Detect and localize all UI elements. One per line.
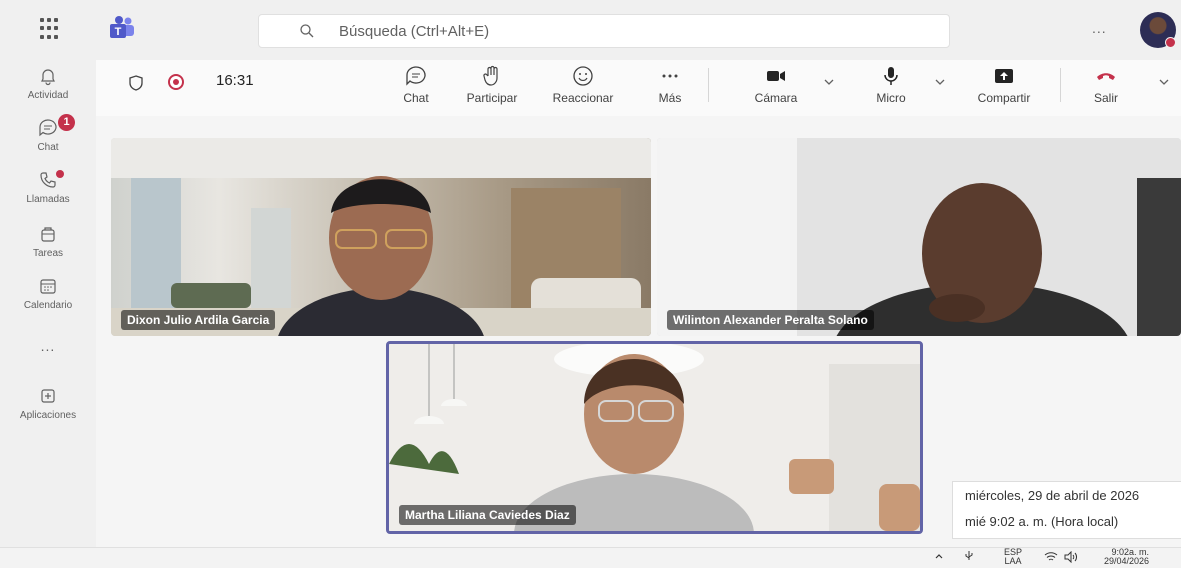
svg-text:T: T bbox=[115, 26, 122, 38]
more-actions-button[interactable]: Más bbox=[650, 64, 690, 105]
video-tile-active-speaker[interactable]: Martha Liliana Caviedes Diaz bbox=[386, 341, 923, 534]
leave-button[interactable]: Salir bbox=[1086, 64, 1126, 105]
rail-label: Chat bbox=[37, 142, 59, 153]
taskbar: ESP LAA 9:02a. m. 29/04/2026 bbox=[0, 547, 1181, 568]
avatar[interactable] bbox=[1140, 12, 1176, 48]
chevron-down-icon[interactable] bbox=[823, 76, 835, 88]
participant-name: Wilinton Alexander Peralta Solano bbox=[667, 310, 874, 330]
rail-label: Calendario bbox=[23, 300, 73, 311]
rail-label: Actividad bbox=[27, 90, 69, 101]
keyboard-layout: LAA bbox=[1004, 556, 1022, 566]
tasks-icon bbox=[41, 227, 55, 242]
camera-icon bbox=[767, 71, 785, 81]
participant-video bbox=[389, 344, 920, 531]
title-bar: T Búsqueda (Ctrl+Alt+E) ... bbox=[0, 0, 1181, 60]
search-icon bbox=[300, 24, 314, 38]
toolbar-divider bbox=[708, 68, 709, 102]
presence-badge bbox=[1165, 37, 1176, 48]
camera-label: Cámara bbox=[754, 91, 798, 105]
rail-item-chat[interactable]: 1 Chat bbox=[0, 114, 96, 153]
volume-icon[interactable] bbox=[1064, 550, 1078, 565]
clock-tooltip: miércoles, 29 de abril de 2026 mié 9:02 … bbox=[952, 481, 1181, 539]
chevron-down-icon[interactable] bbox=[934, 76, 946, 88]
more-options-icon[interactable]: ... bbox=[1092, 20, 1107, 36]
rail-item-calendario[interactable]: Calendario bbox=[0, 276, 96, 311]
input-language[interactable]: ESP LAA bbox=[1004, 548, 1022, 566]
chat-button-label: Chat bbox=[403, 91, 429, 105]
rail-item-tareas[interactable]: Tareas bbox=[0, 224, 96, 259]
rail-item-more[interactable]: ... bbox=[0, 338, 96, 354]
meeting-toolbar: 16:31 Chat Participar Reaccionar Más Cám… bbox=[96, 60, 1181, 116]
mic-button[interactable]: Micro bbox=[866, 64, 916, 105]
hang-up-icon bbox=[1097, 73, 1115, 80]
rail-item-actividad[interactable]: Actividad bbox=[0, 66, 96, 101]
toolbar-divider bbox=[1060, 68, 1061, 102]
clock-time: mié 9:02 a. m. (Hora local) bbox=[965, 514, 1119, 529]
chevron-down-icon[interactable] bbox=[1158, 76, 1170, 88]
mic-label: Micro bbox=[876, 91, 906, 105]
search-placeholder: Búsqueda (Ctrl+Alt+E) bbox=[339, 22, 490, 40]
hand-icon bbox=[483, 65, 498, 86]
more-icon bbox=[662, 74, 678, 78]
rail-label: Llamadas bbox=[26, 194, 70, 205]
microphone-icon bbox=[884, 67, 898, 85]
more-icon: ... bbox=[40, 338, 56, 354]
react-button[interactable]: Reaccionar bbox=[542, 64, 624, 105]
usb-icon[interactable] bbox=[964, 550, 974, 564]
share-button[interactable]: Compartir bbox=[966, 64, 1042, 105]
tray-date: 29/04/2026 bbox=[1104, 556, 1150, 566]
search-input[interactable]: Búsqueda (Ctrl+Alt+E) bbox=[258, 14, 950, 48]
camera-button[interactable]: Cámara bbox=[746, 64, 806, 105]
app-launcher-icon[interactable] bbox=[40, 18, 62, 40]
rail-item-aplicaciones[interactable]: Aplicaciones bbox=[0, 386, 96, 421]
share-icon bbox=[995, 69, 1013, 83]
participant-video bbox=[111, 138, 651, 336]
participant-name: Dixon Julio Ardila Garcia bbox=[121, 310, 276, 330]
clock-date: miércoles, 29 de abril de 2026 bbox=[965, 488, 1140, 503]
participant-video bbox=[657, 138, 1181, 336]
share-label: Compartir bbox=[977, 91, 1031, 105]
bell-icon bbox=[41, 69, 55, 86]
system-clock[interactable]: 9:02a. m. 29/04/2026 bbox=[1104, 548, 1149, 566]
meeting-timer: 16:31 bbox=[216, 72, 254, 89]
chat-button[interactable]: Chat bbox=[396, 64, 436, 105]
raise-hand-button[interactable]: Participar bbox=[460, 64, 524, 105]
app-rail: Actividad 1 Chat Llamadas Tareas Calenda… bbox=[0, 60, 96, 547]
calls-badge bbox=[56, 170, 64, 178]
video-tile[interactable]: Wilinton Alexander Peralta Solano bbox=[657, 138, 1181, 336]
add-apps-icon bbox=[41, 389, 55, 403]
chat-icon bbox=[406, 66, 426, 86]
calendar-icon bbox=[40, 279, 56, 294]
raise-hand-label: Participar bbox=[466, 91, 518, 105]
leave-label: Salir bbox=[1093, 91, 1118, 105]
more-label: Más bbox=[658, 91, 682, 105]
phone-icon bbox=[40, 172, 56, 188]
shield-icon bbox=[129, 75, 143, 91]
chevron-up-icon[interactable] bbox=[934, 551, 944, 563]
video-tile[interactable]: Dixon Julio Ardila Garcia bbox=[111, 138, 651, 336]
rail-label: Aplicaciones bbox=[19, 410, 77, 421]
chat-badge: 1 bbox=[58, 114, 75, 131]
participant-name: Martha Liliana Caviedes Diaz bbox=[399, 505, 576, 525]
chat-icon bbox=[39, 119, 57, 137]
rail-item-llamadas[interactable]: Llamadas bbox=[0, 170, 96, 205]
recording-icon bbox=[168, 74, 184, 90]
emoji-icon bbox=[573, 66, 593, 86]
wifi-icon[interactable] bbox=[1044, 551, 1058, 565]
teams-logo-icon: T bbox=[110, 16, 134, 38]
react-label: Reaccionar bbox=[552, 91, 614, 105]
rail-label: Tareas bbox=[32, 248, 63, 259]
